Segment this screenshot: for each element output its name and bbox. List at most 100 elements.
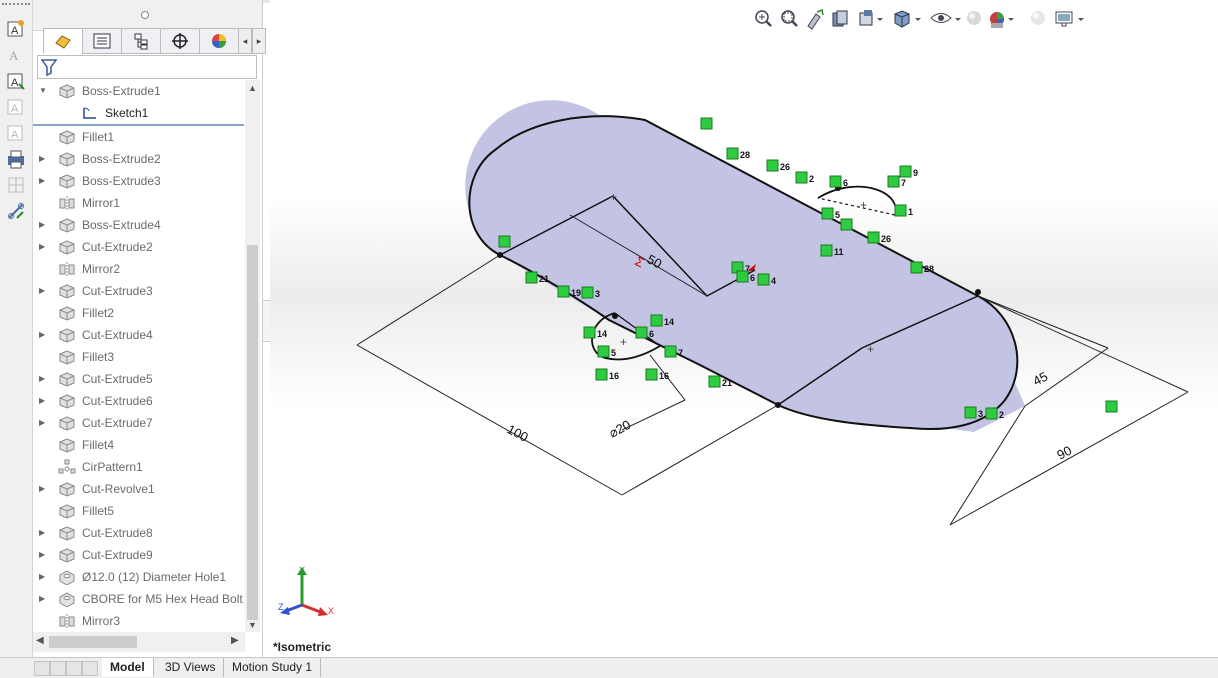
graphics-area[interactable]: Σ 50 100 ⌀20 45 90 + + + + 28 26 2 9 7 6 5 11 1 2… xyxy=(270,0,1218,657)
relation-glyph[interactable] xyxy=(595,368,608,381)
tree-item-cut-extrude4[interactable]: ▶ Cut-Extrude4 xyxy=(33,324,244,346)
tree-item-sketch1[interactable]: Sketch1 xyxy=(33,102,244,126)
relation-glyph[interactable] xyxy=(635,326,648,339)
tab-feature-manager[interactable] xyxy=(43,28,83,54)
expand-arrow-icon[interactable]: ▶ xyxy=(39,368,49,390)
relation-glyph[interactable] xyxy=(597,345,610,358)
tree-item-boss-extrude3[interactable]: ▶ Boss-Extrude3 xyxy=(33,170,244,192)
expand-arrow-icon[interactable]: ▶ xyxy=(39,280,49,302)
tab-dimxpert-manager[interactable] xyxy=(160,28,200,54)
expand-arrow-icon[interactable]: ▶ xyxy=(39,236,49,258)
tree-item-cut-extrude6[interactable]: ▶ Cut-Extrude6 xyxy=(33,390,244,412)
expand-arrow-icon[interactable]: ▶ xyxy=(39,390,49,412)
tree-item-mirror1[interactable]: Mirror1 xyxy=(33,192,244,214)
tree-item-boss-extrude1[interactable]: ▼ Boss-Extrude1 xyxy=(33,80,244,102)
expand-arrow-icon[interactable]: ▶ xyxy=(39,148,49,170)
relation-glyph[interactable] xyxy=(498,235,511,248)
first-tab-button[interactable] xyxy=(34,661,50,676)
tree-item-fillet4[interactable]: Fillet4 xyxy=(33,434,244,456)
balloon-icon[interactable]: A xyxy=(5,96,27,118)
tree-item-cut-extrude8[interactable]: ▶ Cut-Extrude8 xyxy=(33,522,244,544)
annotation-icon[interactable]: A xyxy=(5,18,27,40)
tree-item-fillet2[interactable]: Fillet2 xyxy=(33,302,244,324)
relation-glyph[interactable] xyxy=(840,218,853,231)
tree-item-12-0-12-diameter-hole1[interactable]: ▶ Ø12.0 (12) Diameter Hole1 xyxy=(33,566,244,588)
relation-glyph[interactable] xyxy=(820,244,833,257)
expand-arrow-icon[interactable]: ▶ xyxy=(39,566,49,588)
expand-arrow-icon[interactable]: ▶ xyxy=(39,324,49,346)
sketch-canvas[interactable]: Σ 50 100 ⌀20 45 90 + + + + 2826297651112… xyxy=(270,0,1218,640)
tree-vertical-scrollbar[interactable]: ▲ ▼ xyxy=(245,80,260,632)
relation-glyph[interactable] xyxy=(899,165,912,178)
relation-glyph[interactable] xyxy=(525,271,538,284)
tree-item-cut-extrude9[interactable]: ▶ Cut-Extrude9 xyxy=(33,544,244,566)
tree-item-fillet5[interactable]: Fillet5 xyxy=(33,500,244,522)
relation-glyph[interactable] xyxy=(726,147,739,160)
linear-note-icon[interactable]: A xyxy=(5,70,27,92)
dimension-diameter-20[interactable]: ⌀20 xyxy=(606,417,633,441)
relation-glyph[interactable] xyxy=(887,175,900,188)
relation-glyph[interactable] xyxy=(708,375,721,388)
relation-glyph[interactable] xyxy=(700,117,713,130)
scroll-right-icon[interactable]: ▶ xyxy=(231,635,239,646)
expand-arrow-icon[interactable]: ▶ xyxy=(39,412,49,434)
tab-model[interactable]: Model xyxy=(102,658,154,677)
tree-horizontal-scrollbar[interactable]: ◀ ▶ xyxy=(33,632,245,652)
prev-tab-button[interactable] xyxy=(50,661,66,676)
last-tab-button[interactable] xyxy=(82,661,98,676)
toolbar-grip[interactable] xyxy=(2,3,30,9)
scroll-thumb[interactable] xyxy=(247,245,258,620)
relation-glyph[interactable] xyxy=(583,326,596,339)
tab-scroll-right[interactable]: ▸ xyxy=(252,28,266,54)
tree-item-mirror3[interactable]: Mirror3 xyxy=(33,610,244,630)
dimension-45[interactable]: 45 xyxy=(1030,369,1050,389)
relation-glyph[interactable] xyxy=(867,231,880,244)
relation-glyph[interactable] xyxy=(985,407,998,420)
tree-item-fillet1[interactable]: Fillet1 xyxy=(33,126,244,148)
tree-item-cut-extrude5[interactable]: ▶ Cut-Extrude5 xyxy=(33,368,244,390)
expand-arrow-icon[interactable]: ▶ xyxy=(39,170,49,192)
expand-arrow-icon[interactable]: ▶ xyxy=(39,522,49,544)
tree-item-boss-extrude4[interactable]: ▶ Boss-Extrude4 xyxy=(33,214,244,236)
tree-item-cut-revolve1[interactable]: ▶ Cut-Revolve1 xyxy=(33,478,244,500)
tree-item-cirpattern1[interactable]: CirPattern1 xyxy=(33,456,244,478)
tree-item-cut-extrude3[interactable]: ▶ Cut-Extrude3 xyxy=(33,280,244,302)
tab-motion-study-1[interactable]: Motion Study 1 xyxy=(224,658,322,677)
relation-glyph[interactable] xyxy=(829,175,842,188)
tree-item-mirror2[interactable]: Mirror2 xyxy=(33,258,244,280)
scroll-up-icon[interactable]: ▲ xyxy=(248,83,257,93)
tree-item-cut-extrude7[interactable]: ▶ Cut-Extrude7 xyxy=(33,412,244,434)
note-icon[interactable]: A xyxy=(5,44,27,66)
tree-item-fillet3[interactable]: Fillet3 xyxy=(33,346,244,368)
tab-scroll-left[interactable]: ◂ xyxy=(238,28,252,54)
panel-collapse-handle[interactable] xyxy=(141,11,149,19)
tab-property-manager[interactable] xyxy=(82,28,122,54)
relation-glyph[interactable] xyxy=(894,204,907,217)
relation-glyph[interactable] xyxy=(757,273,770,286)
relation-glyph[interactable] xyxy=(1105,400,1118,413)
dimension-90[interactable]: 90 xyxy=(1054,443,1074,463)
datum-icon[interactable]: A xyxy=(5,122,27,144)
relation-glyph[interactable] xyxy=(557,285,570,298)
expand-arrow-icon[interactable]: ▶ xyxy=(39,588,49,610)
hscroll-thumb[interactable] xyxy=(49,636,137,648)
grid-icon[interactable] xyxy=(5,174,27,196)
tree-filter-box[interactable] xyxy=(37,55,257,79)
collapse-arrow-icon[interactable]: ▼ xyxy=(39,80,49,102)
relation-glyph[interactable] xyxy=(581,286,594,299)
relation-glyph[interactable] xyxy=(650,314,663,327)
tree-item-cut-extrude2[interactable]: ▶ Cut-Extrude2 xyxy=(33,236,244,258)
next-tab-button[interactable] xyxy=(66,661,82,676)
scroll-left-icon[interactable]: ◀ xyxy=(36,635,44,646)
relation-glyph[interactable] xyxy=(645,368,658,381)
relation-glyph[interactable] xyxy=(821,207,834,220)
tree-item-cbore-for-m5-hex-head-bolt1[interactable]: ▶ CBORE for M5 Hex Head Bolt1 xyxy=(33,588,244,610)
relation-glyph[interactable] xyxy=(910,261,923,274)
relation-glyph[interactable] xyxy=(766,159,779,172)
tab-3d-views[interactable]: 3D Views xyxy=(157,658,225,677)
expand-arrow-icon[interactable]: ▶ xyxy=(39,544,49,566)
relation-glyph[interactable] xyxy=(736,270,749,283)
relation-glyph[interactable] xyxy=(664,345,677,358)
tab-configuration-manager[interactable] xyxy=(121,28,161,54)
expand-arrow-icon[interactable]: ▶ xyxy=(39,214,49,236)
